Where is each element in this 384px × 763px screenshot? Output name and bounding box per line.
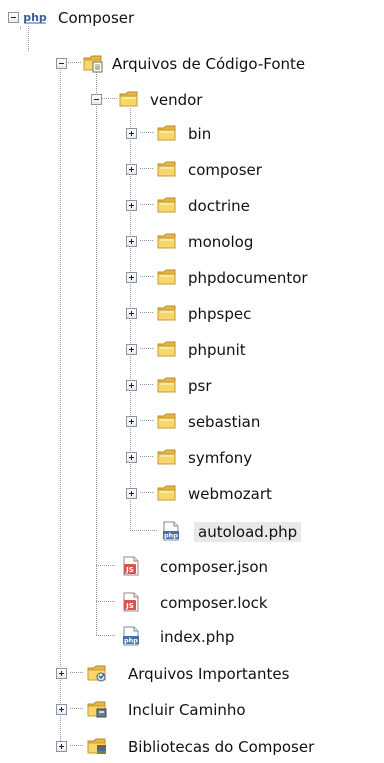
tree-node-include-path[interactable]: Incluir Caminho bbox=[0, 696, 384, 726]
expand-toggle-icon[interactable] bbox=[126, 164, 137, 175]
expand-toggle-icon[interactable] bbox=[126, 236, 137, 247]
expand-toggle-icon[interactable] bbox=[126, 308, 137, 319]
svg-text:php: php bbox=[23, 11, 47, 24]
folder-icon bbox=[156, 410, 178, 432]
tree-node-folder-monolog[interactable]: monolog bbox=[0, 228, 384, 258]
tree-node-folder-phpdocumentor[interactable]: phpdocumentor bbox=[0, 264, 384, 294]
tree-node-label: psr bbox=[188, 377, 212, 395]
tree-node-folder-phpspec[interactable]: phpspec bbox=[0, 300, 384, 330]
tree-node-folder-symfony[interactable]: symfony bbox=[0, 444, 384, 474]
folder-icon bbox=[156, 194, 178, 216]
tree-node-composer-libraries[interactable]: Bibliotecas do Composer bbox=[0, 733, 384, 763]
js-file-icon: JS bbox=[120, 591, 142, 613]
tree-node-folder-phpunit[interactable]: phpunit bbox=[0, 336, 384, 366]
php-file-icon: php bbox=[160, 520, 182, 542]
svg-text:php: php bbox=[164, 532, 178, 540]
svg-text:php: php bbox=[124, 637, 138, 645]
tree-node-important-files[interactable]: Arquivos Importantes bbox=[0, 660, 384, 690]
expand-toggle-icon[interactable] bbox=[126, 488, 137, 499]
tree-node-label: doctrine bbox=[188, 197, 250, 215]
tree-node-label: Arquivos Importantes bbox=[128, 665, 290, 683]
collapse-toggle-icon[interactable] bbox=[56, 58, 67, 69]
tree-node-folder-bin[interactable]: bin bbox=[0, 120, 384, 150]
tree-node-label: index.php bbox=[160, 628, 235, 646]
tree-node-folder-webmozart[interactable]: webmozart bbox=[0, 480, 384, 510]
tree-node-label: Arquivos de Código-Fonte bbox=[112, 55, 306, 73]
folder-icon bbox=[156, 446, 178, 468]
tree-node-folder-sebastian[interactable]: sebastian bbox=[0, 408, 384, 438]
tree-node-label: webmozart bbox=[188, 485, 272, 503]
folder-icon bbox=[118, 88, 140, 110]
tree-node-label: composer bbox=[188, 161, 262, 179]
tree-node-label: Bibliotecas do Composer bbox=[128, 738, 315, 756]
collapse-toggle-icon[interactable] bbox=[8, 12, 19, 23]
tree-node-composer-project[interactable]: php Composer bbox=[0, 4, 384, 34]
tree-node-vendor[interactable]: vendor bbox=[0, 86, 384, 116]
tree-node-label: vendor bbox=[150, 91, 203, 109]
tree-node-label: Composer bbox=[58, 9, 135, 27]
folder-icon bbox=[156, 158, 178, 180]
expand-toggle-icon[interactable] bbox=[126, 344, 137, 355]
expand-toggle-icon[interactable] bbox=[126, 416, 137, 427]
expand-toggle-icon[interactable] bbox=[56, 668, 67, 679]
tree-node-label: composer.json bbox=[160, 558, 269, 576]
tree-node-label: phpunit bbox=[188, 341, 246, 359]
tree-node-label: Incluir Caminho bbox=[128, 701, 246, 719]
tree-node-autoload-php[interactable]: php autoload.php bbox=[0, 518, 384, 548]
tree-node-label: monolog bbox=[188, 233, 254, 251]
svg-text:JS: JS bbox=[125, 566, 134, 574]
include-path-icon bbox=[86, 698, 108, 720]
folder-icon bbox=[156, 122, 178, 144]
tree-node-label: autoload.php bbox=[194, 522, 302, 542]
collapse-toggle-icon[interactable] bbox=[91, 94, 102, 105]
expand-toggle-icon[interactable] bbox=[126, 272, 137, 283]
expand-toggle-icon[interactable] bbox=[126, 200, 137, 211]
composer-libraries-icon bbox=[86, 735, 108, 757]
folder-icon bbox=[156, 266, 178, 288]
tree-node-folder-composer[interactable]: composer bbox=[0, 156, 384, 186]
folder-icon bbox=[156, 338, 178, 360]
expand-toggle-icon[interactable] bbox=[56, 704, 67, 715]
expand-toggle-icon[interactable] bbox=[126, 380, 137, 391]
svg-text:JS: JS bbox=[125, 602, 134, 610]
folder-icon bbox=[156, 302, 178, 324]
php-file-icon: php bbox=[120, 625, 142, 647]
php-project-icon: php bbox=[22, 6, 48, 28]
tree-node-label: bin bbox=[188, 125, 212, 143]
tree-node-file-index-php[interactable]: php index.php bbox=[0, 623, 384, 653]
tree-node-label: composer.lock bbox=[160, 594, 268, 612]
source-folder-icon bbox=[82, 52, 104, 74]
tree-node-file-composer-json[interactable]: JS composer.json bbox=[0, 553, 384, 583]
folder-icon bbox=[156, 482, 178, 504]
expand-toggle-icon[interactable] bbox=[126, 452, 137, 463]
expand-toggle-icon[interactable] bbox=[126, 128, 137, 139]
folder-icon bbox=[156, 230, 178, 252]
project-tree: php Composer Arquivos de Código-Fonte vendo… bbox=[0, 0, 384, 758]
tree-node-label: phpspec bbox=[188, 305, 252, 323]
tree-node-label: phpdocumentor bbox=[188, 269, 308, 287]
tree-node-folder-psr[interactable]: psr bbox=[0, 372, 384, 402]
tree-node-folder-doctrine[interactable]: doctrine bbox=[0, 192, 384, 222]
folder-icon bbox=[156, 374, 178, 396]
tree-node-label: symfony bbox=[188, 449, 253, 467]
expand-toggle-icon[interactable] bbox=[56, 741, 67, 752]
tree-node-label: sebastian bbox=[188, 413, 261, 431]
tree-node-file-composer-lock[interactable]: JS composer.lock bbox=[0, 589, 384, 619]
tree-node-source-files[interactable]: Arquivos de Código-Fonte bbox=[0, 50, 384, 80]
important-files-icon bbox=[86, 662, 108, 684]
js-file-icon: JS bbox=[120, 555, 142, 577]
